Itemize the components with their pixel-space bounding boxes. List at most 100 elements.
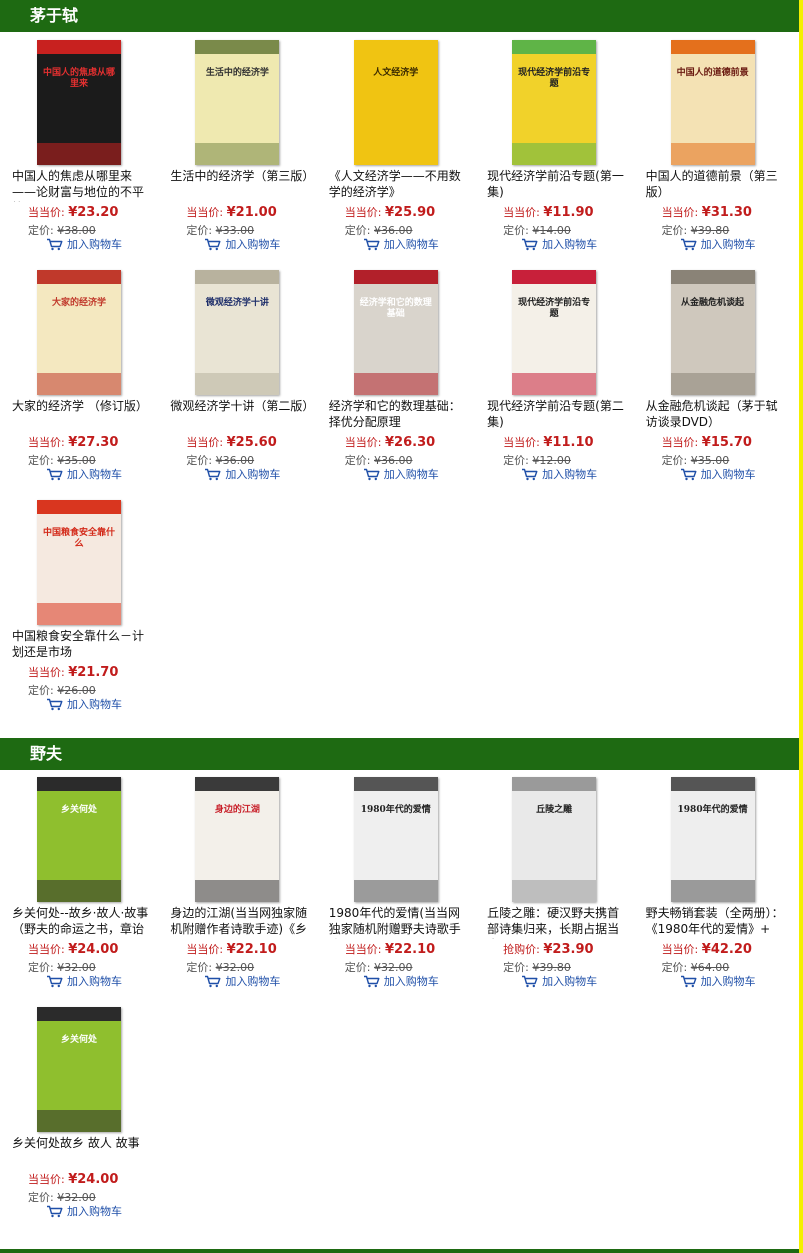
book-title-link[interactable]: 丘陵之雕：硬汉野夫携首部诗集归来，长期占据当当现 [487,905,629,939]
book-cover[interactable]: 乡关何处 [37,1006,121,1132]
cart-icon [363,468,380,481]
cover-wrap[interactable]: 中国人的焦虑从哪里来 [0,38,158,166]
current-price: 当当价: ¥21.00 [186,204,276,220]
book-title-link[interactable]: 中国人的道德前景（第三版） [646,168,788,202]
book-title-link[interactable]: 现代经济学前沿专题(第一集) [487,168,629,202]
current-price: 当当价: ¥15.70 [662,434,752,450]
cover-title: 1980年代的爱情 [360,804,431,815]
book-title-link[interactable]: 乡关何处故乡 故人 故事 [12,1135,154,1169]
cover-title: 大家的经济学 [51,297,106,308]
add-to-cart-button[interactable]: 加入购物车 [363,973,439,989]
cover-wrap[interactable]: 1980年代的爱情 [634,775,792,903]
cover-wrap[interactable]: 现代经济学前沿专题 [475,38,633,166]
price-value: ¥21.70 [68,665,119,680]
book-title-link[interactable]: 中国人的焦虑从哪里来——论财富与地位的不平等 [12,168,154,202]
book-title-link[interactable]: 中国粮食安全靠什么－计划还是市场 [12,628,154,662]
cover-band [195,776,280,791]
cover-band-bottom [37,879,121,902]
book-title-link[interactable]: 微观经济学十讲（第二版） [170,398,312,432]
book-item: 大家的经济学 大家的经济学 （修订版） 当当价: ¥27.30 定价: ¥35.… [0,268,158,498]
add-to-cart-button[interactable]: 加入购物车 [680,466,756,482]
cover-title: 生活中的经济学 [205,67,269,78]
add-to-cart-button[interactable]: 加入购物车 [46,466,122,482]
cover-wrap[interactable]: 乡关何处 [0,1005,158,1133]
cover-wrap[interactable]: 丘陵之雕 [475,775,633,903]
book-cover[interactable]: 人文经济学 [353,39,438,165]
book-title-link[interactable]: 从金融危机谈起（茅于轼访谈录DVD） [646,398,788,432]
book-cover[interactable]: 大家的经济学 [37,269,121,395]
book-cover[interactable]: 中国粮食安全靠什么 [37,499,121,625]
book-title-link[interactable]: 生活中的经济学（第三版） [170,168,312,202]
add-to-cart-button[interactable]: 加入购物车 [521,236,597,252]
book-cover[interactable]: 丘陵之雕 [512,776,597,902]
cover-band-bottom [670,879,755,902]
book-cover[interactable]: 1980年代的爱情 [353,776,438,902]
cover-wrap[interactable]: 从金融危机谈起 [634,268,792,396]
cover-wrap[interactable]: 1980年代的爱情 [317,775,475,903]
book-cover[interactable]: 乡关何处 [37,776,121,902]
book-title-link[interactable]: 现代经济学前沿专题(第二集) [487,398,629,432]
add-to-cart-button[interactable]: 加入购物车 [521,466,597,482]
page-edge [799,0,803,1253]
cover-wrap[interactable]: 身边的江湖 [158,775,316,903]
book-cover[interactable]: 微观经济学十讲 [195,269,280,395]
book-cover[interactable]: 中国人的道德前景 [670,39,755,165]
add-to-cart-button[interactable]: 加入购物车 [204,466,280,482]
price-value: ¥15.70 [701,435,752,450]
cover-wrap[interactable]: 中国粮食安全靠什么 [0,498,158,626]
add-to-cart-button[interactable]: 加入购物车 [204,973,280,989]
add-to-cart-button[interactable]: 加入购物车 [46,696,122,712]
book-cover[interactable]: 1980年代的爱情 [670,776,755,902]
book-title-link[interactable]: 经济学和它的数理基础：择优分配原理 [329,398,471,432]
section-header-mao-yushi: 茅于轼 [0,0,799,32]
add-to-cart-button[interactable]: 加入购物车 [46,236,122,252]
book-cover[interactable]: 从金融危机谈起 [670,269,755,395]
book-cover[interactable]: 经济学和它的数理基础 [353,269,438,395]
price-value: ¥24.00 [68,942,119,957]
cover-band [195,269,280,284]
add-to-cart-button[interactable]: 加入购物车 [363,466,439,482]
cover-title: 中国粮食安全靠什么 [43,527,116,549]
add-to-cart-button[interactable]: 加入购物车 [680,236,756,252]
book-cover[interactable]: 现代经济学前沿专题 [512,269,597,395]
cover-wrap[interactable]: 人文经济学 [317,38,475,166]
book-title-link[interactable]: 野夫畅销套装（全两册）：《1980年代的爱情》+ [646,905,788,939]
book-title-link[interactable]: 乡关何处--故乡·故人·故事（野夫的命运之书，章诒 [12,905,154,939]
add-to-cart-label: 加入购物车 [542,238,598,251]
price-value: ¥22.10 [385,942,436,957]
book-cover[interactable]: 中国人的焦虑从哪里来 [37,39,121,165]
current-price: 当当价: ¥22.10 [186,941,276,957]
cover-band [512,269,597,284]
cover-wrap[interactable]: 现代经济学前沿专题 [475,268,633,396]
cover-wrap[interactable]: 生活中的经济学 [158,38,316,166]
add-to-cart-button[interactable]: 加入购物车 [46,1203,122,1219]
cover-band [353,776,438,791]
cover-wrap[interactable]: 微观经济学十讲 [158,268,316,396]
book-title-link[interactable]: 大家的经济学 （修订版） [12,398,154,432]
add-to-cart-label: 加入购物车 [542,468,598,481]
book-item: 乡关何处 乡关何处故乡 故人 故事 当当价: ¥24.00 定价: ¥32.00… [0,1005,158,1235]
current-price: 当当价: ¥11.90 [503,204,593,220]
cover-band-bottom [353,142,438,165]
add-to-cart-button[interactable]: 加入购物车 [680,973,756,989]
add-to-cart-button[interactable]: 加入购物车 [521,973,597,989]
cover-band-bottom [670,142,755,165]
book-title-link[interactable]: 身边的江湖(当当网独家随机附赠作者诗歌手迹)《乡 [170,905,312,939]
book-cover[interactable]: 现代经济学前沿专题 [512,39,597,165]
add-to-cart-button[interactable]: 加入购物车 [363,236,439,252]
add-to-cart-button[interactable]: 加入购物车 [204,236,280,252]
cover-wrap[interactable]: 经济学和它的数理基础 [317,268,475,396]
add-to-cart-label: 加入购物车 [225,238,281,251]
book-cover[interactable]: 生活中的经济学 [195,39,280,165]
book-grid-ye-fu: 乡关何处 乡关何处--故乡·故人·故事（野夫的命运之书，章诒 当当价: ¥24.… [0,775,799,1235]
cover-wrap[interactable]: 中国人的道德前景 [634,38,792,166]
cover-title: 中国人的道德前景 [676,67,749,78]
book-title-link[interactable]: 《人文经济学——不用数学的经济学》 [329,168,471,202]
book-title-link[interactable]: 1980年代的爱情(当当网独家随机附赠野夫诗歌手迹) [329,905,471,939]
cover-wrap[interactable]: 大家的经济学 [0,268,158,396]
cover-wrap[interactable]: 乡关何处 [0,775,158,903]
cart-icon [46,468,63,481]
add-to-cart-button[interactable]: 加入购物车 [46,973,122,989]
book-cover[interactable]: 身边的江湖 [195,776,280,902]
price-value: ¥26.30 [385,435,436,450]
